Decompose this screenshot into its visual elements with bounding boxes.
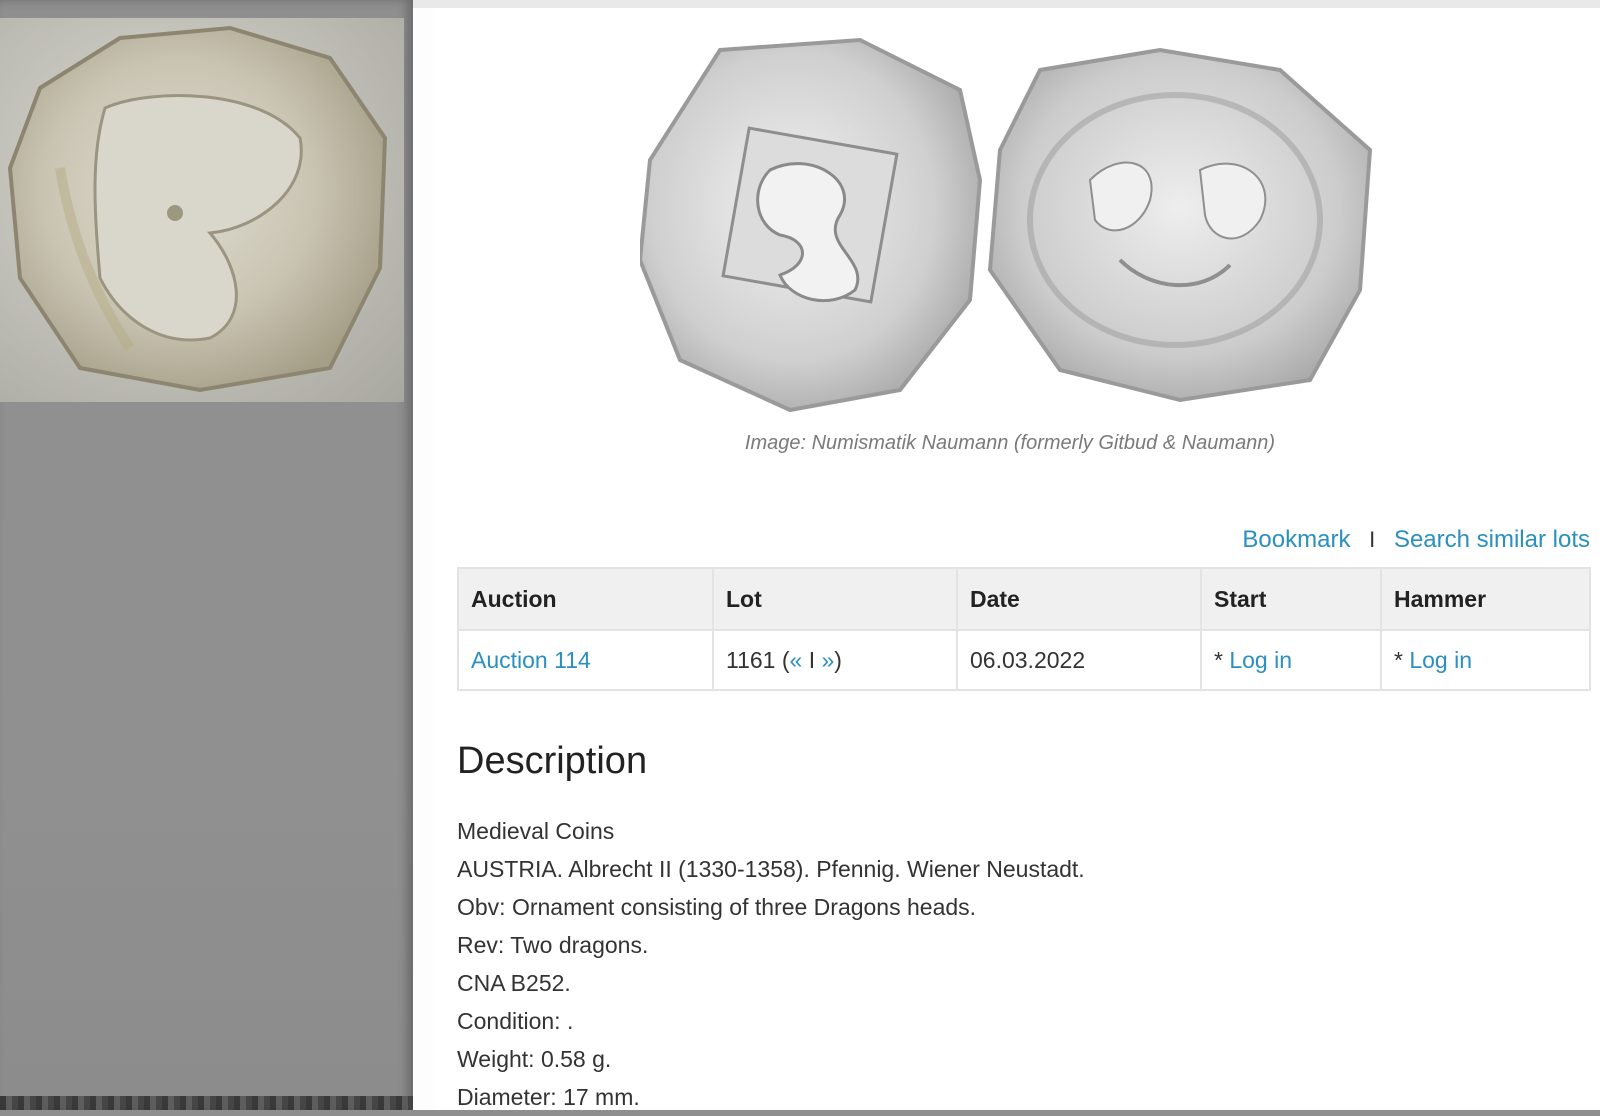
bookmark-link[interactable]: Bookmark bbox=[1242, 526, 1350, 553]
hammer-asterisk: * bbox=[1394, 646, 1410, 673]
description-heading: Description bbox=[457, 740, 648, 782]
description-line: Condition: . bbox=[457, 1008, 574, 1034]
description-line: CNA B252. bbox=[457, 970, 571, 996]
description-line: Obv: Ornament consisting of three Dragon… bbox=[457, 894, 977, 920]
cell-lot: 1161 (« I ») bbox=[712, 629, 958, 691]
lot-actions: Bookmark I Search similar lots bbox=[1242, 526, 1590, 554]
start-asterisk: * bbox=[1214, 646, 1230, 673]
actions-separator: I bbox=[1369, 527, 1376, 552]
header-auction: Auction bbox=[457, 567, 714, 631]
auction-link[interactable]: Auction 114 bbox=[471, 647, 591, 673]
search-similar-lots-link[interactable]: Search similar lots bbox=[1394, 526, 1590, 553]
coin-photo-graphic bbox=[7, 25, 388, 393]
description-body: Medieval Coins AUSTRIA. Albrecht II (133… bbox=[457, 812, 1085, 1116]
cell-start: * Log in bbox=[1200, 629, 1382, 691]
description-line: Rev: Two dragons. bbox=[457, 932, 649, 958]
next-lot-link[interactable]: » bbox=[822, 647, 835, 673]
description-line: Weight: 0.58 g. bbox=[457, 1046, 612, 1072]
previous-lot-link[interactable]: « bbox=[790, 647, 803, 673]
left-panel bbox=[0, 0, 413, 1110]
page-gutter bbox=[413, 8, 433, 1110]
header-start: Start bbox=[1200, 567, 1382, 631]
lot-paren-open: ( bbox=[775, 646, 790, 673]
coin-obverse-reverse-image bbox=[637, 37, 1373, 413]
lot-number: 1161 bbox=[726, 646, 776, 673]
header-date: Date bbox=[956, 567, 1202, 631]
description-line: AUSTRIA. Albrecht II (1330-1358). Pfenni… bbox=[457, 856, 1085, 882]
start-login-link[interactable]: Log in bbox=[1229, 647, 1292, 673]
hammer-login-link[interactable]: Log in bbox=[1409, 647, 1472, 673]
left-bottom-strip bbox=[0, 1096, 413, 1110]
header-hammer: Hammer bbox=[1380, 567, 1591, 631]
image-caption: Image: Numismatik Naumann (formerly Gitb… bbox=[744, 432, 1276, 454]
cell-hammer: * Log in bbox=[1380, 629, 1591, 691]
cell-auction: Auction 114 bbox=[457, 629, 714, 691]
coin-photo bbox=[0, 18, 404, 402]
lot-paren-close: ) bbox=[834, 646, 842, 673]
header-lot: Lot bbox=[712, 567, 958, 631]
auction-lot-table: Auction Lot Date Start Hammer Auction 11… bbox=[457, 567, 1591, 691]
table-header-row: Auction Lot Date Start Hammer bbox=[457, 567, 1591, 631]
description-line: Diameter: 17 mm. bbox=[457, 1084, 640, 1110]
coin-images bbox=[637, 30, 1400, 422]
lot-nav-separator: I bbox=[802, 646, 822, 673]
cell-date: 06.03.2022 bbox=[956, 629, 1202, 691]
table-row: Auction 114 1161 (« I ») 06.03.2022 * Lo… bbox=[457, 629, 1591, 691]
description-line: Medieval Coins bbox=[457, 818, 615, 844]
